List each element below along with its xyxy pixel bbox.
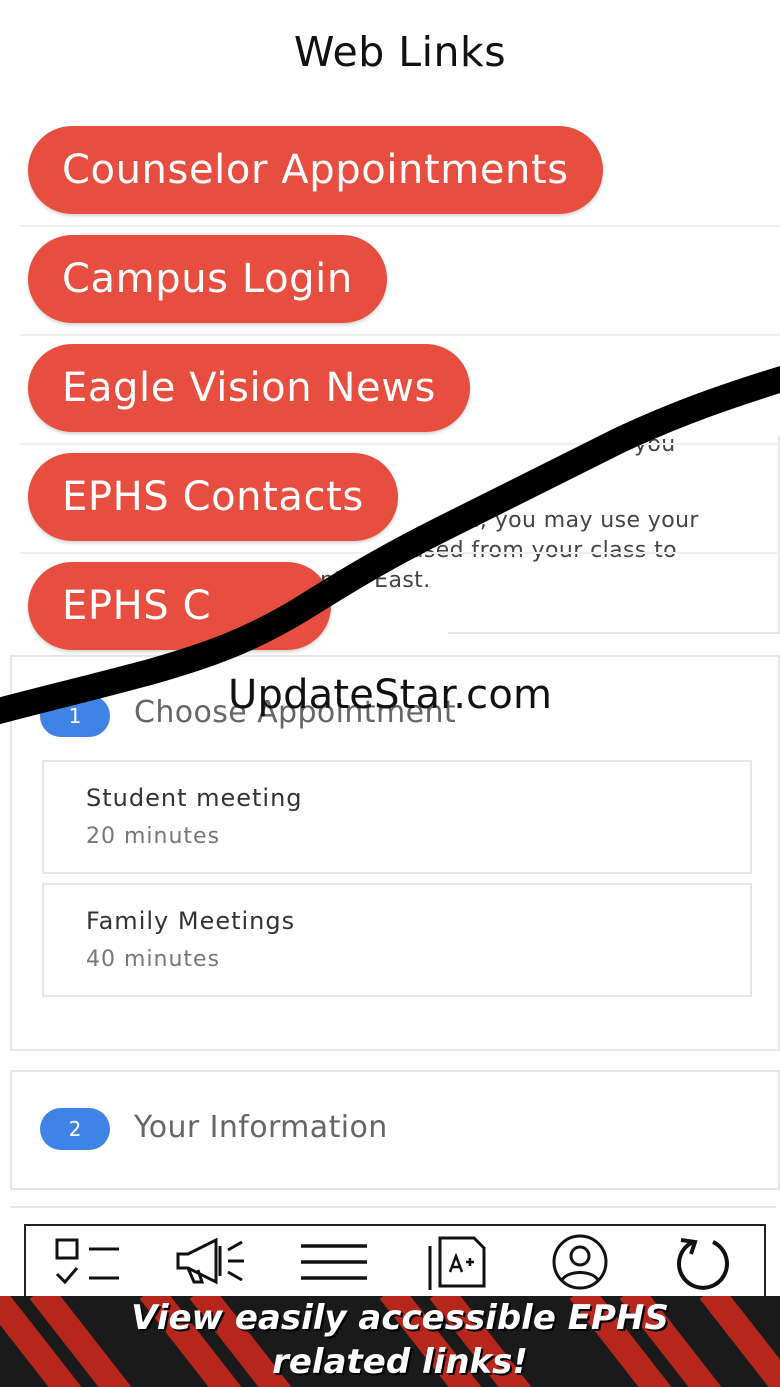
campus-login-button[interactable]: Campus Login <box>28 235 387 323</box>
profile-icon[interactable] <box>540 1230 620 1294</box>
ephs-link-button[interactable]: EPHS C <box>28 562 332 650</box>
ephs-contacts-button[interactable]: EPHS Contacts <box>28 453 398 541</box>
refresh-icon[interactable] <box>663 1230 743 1294</box>
step-badge: 1 <box>40 695 110 737</box>
option-duration: 40 minutes <box>86 947 221 972</box>
page-title: Web Links <box>293 28 507 76</box>
promo-banner: View easily accessible EPHS related link… <box>0 1296 780 1387</box>
option-duration: 20 minutes <box>86 824 221 849</box>
megaphone-icon[interactable] <box>171 1230 251 1294</box>
appointment-option-student[interactable]: Student meeting 20 minutes <box>42 760 752 874</box>
watermark-text: UpdateStar.com <box>228 672 553 718</box>
bottom-nav <box>24 1224 766 1300</box>
grades-icon[interactable] <box>417 1230 497 1294</box>
link-row: EPHS C <box>20 554 780 661</box>
step-badge: 2 <box>40 1108 110 1150</box>
banner-line: View easily accessible EPHS <box>131 1298 669 1338</box>
your-information-card[interactable]: 2 Your Information <box>10 1070 780 1190</box>
option-title: Family Meetings <box>86 907 296 935</box>
step-label: Your Information <box>134 1110 388 1145</box>
link-row: Counselor Appointments <box>20 118 780 227</box>
option-title: Student meeting <box>86 784 303 812</box>
eagle-vision-news-button[interactable]: Eagle Vision News <box>28 344 470 432</box>
banner-line: related links! <box>272 1342 528 1382</box>
link-row: EPHS Contacts <box>20 445 780 554</box>
checklist-icon[interactable] <box>48 1230 128 1294</box>
web-links-list: Counselor Appointments Campus Login Eagl… <box>0 118 780 661</box>
banner-text: View easily accessible EPHS related link… <box>0 1296 780 1384</box>
counselor-appointments-button[interactable]: Counselor Appointments <box>28 126 603 214</box>
link-row: Eagle Vision News <box>20 336 780 445</box>
appointment-option-family[interactable]: Family Meetings 40 minutes <box>42 883 752 997</box>
link-row: Campus Login <box>20 227 780 336</box>
menu-icon[interactable] <box>294 1230 374 1294</box>
